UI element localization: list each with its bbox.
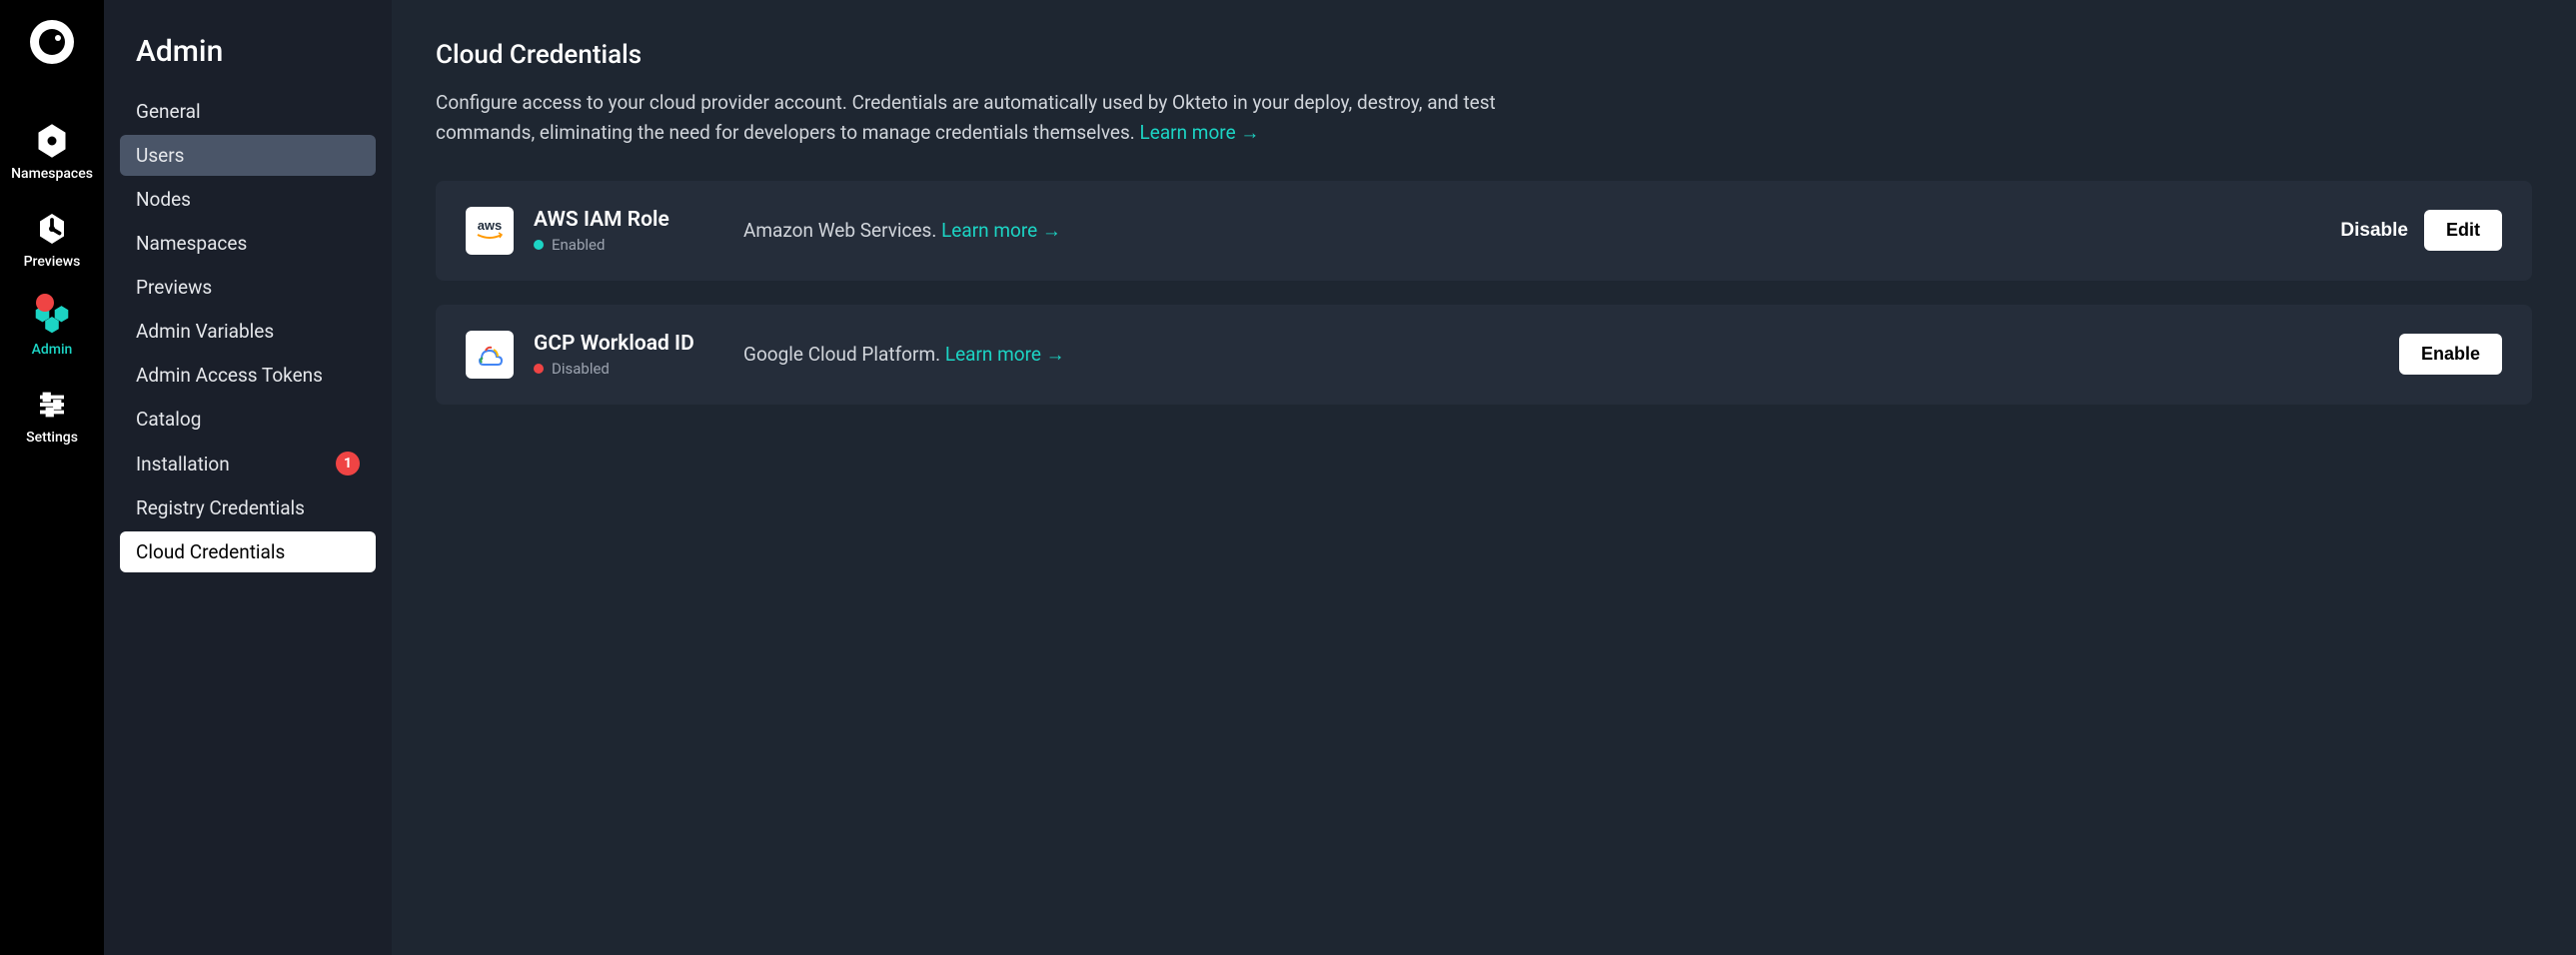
sidebar-item-label: Admin Variables <box>136 320 274 343</box>
cred-title: GCP Workload ID <box>534 332 743 356</box>
sidebar-item-label: Registry Credentials <box>136 496 305 519</box>
aws-icon: aws <box>466 207 514 255</box>
okteto-logo[interactable] <box>30 20 74 64</box>
status-text: Disabled <box>552 360 610 378</box>
cred-status: Enabled <box>534 236 743 254</box>
sidebar-item-label: Installation <box>136 453 230 476</box>
disable-button[interactable]: Disable <box>2340 220 2408 242</box>
sidebar-menu: General Users Nodes Namespaces Previews … <box>120 91 376 572</box>
svg-text:aws: aws <box>478 218 503 233</box>
description-text: Configure access to your cloud provider … <box>436 91 1496 144</box>
sidebar-item-users[interactable]: Users <box>120 135 376 176</box>
sidebar-item-label: Nodes <box>136 188 191 211</box>
status-dot-enabled <box>534 240 544 250</box>
sidebar-item-label: Namespaces <box>136 232 247 255</box>
sidebar-item-general[interactable]: General <box>120 91 376 132</box>
nav-namespaces[interactable]: Namespaces <box>11 122 93 182</box>
learn-more-link[interactable]: Learn more → <box>1140 121 1260 144</box>
description-text: Amazon Web Services. <box>743 219 941 242</box>
credential-card-gcp: GCP Workload ID Disabled Google Cloud Pl… <box>436 305 2532 405</box>
gcp-icon <box>466 331 514 379</box>
cred-actions: Disable Edit <box>2340 210 2502 251</box>
sidebar-item-registry-credentials[interactable]: Registry Credentials <box>120 487 376 528</box>
settings-icon <box>33 386 71 424</box>
secondary-sidebar: Admin General Users Nodes Namespaces Pre… <box>104 0 392 955</box>
nav-label: Previews <box>24 254 81 270</box>
sidebar-item-previews[interactable]: Previews <box>120 267 376 308</box>
cred-info: GCP Workload ID Disabled <box>534 332 743 378</box>
icon-sidebar: Namespaces Previews Admin <box>0 0 104 955</box>
page-description: Configure access to your cloud provider … <box>436 88 1535 149</box>
sidebar-item-admin-variables[interactable]: Admin Variables <box>120 311 376 352</box>
sidebar-item-label: Users <box>136 144 184 167</box>
learn-more-link[interactable]: Learn more → <box>941 219 1061 242</box>
cred-title: AWS IAM Role <box>534 208 743 232</box>
sidebar-item-nodes[interactable]: Nodes <box>120 179 376 220</box>
cred-description: Amazon Web Services. Learn more → <box>743 219 2340 243</box>
learn-more-link[interactable]: Learn more → <box>945 343 1065 366</box>
sidebar-item-cloud-credentials[interactable]: Cloud Credentials <box>120 531 376 572</box>
credential-card-aws: aws AWS IAM Role Enabled Amazon Web Serv… <box>436 181 2532 281</box>
sidebar-item-label: Cloud Credentials <box>136 540 285 563</box>
edit-button[interactable]: Edit <box>2424 210 2502 251</box>
cred-status: Disabled <box>534 360 743 378</box>
sidebar-item-namespaces[interactable]: Namespaces <box>120 223 376 264</box>
status-text: Enabled <box>552 236 605 254</box>
preview-icon <box>33 210 71 248</box>
nav-admin[interactable]: Admin <box>32 298 73 358</box>
main-content: Cloud Credentials Configure access to yo… <box>392 0 2576 955</box>
namespace-icon <box>33 122 71 160</box>
sidebar-item-label: Admin Access Tokens <box>136 364 323 387</box>
cred-description: Google Cloud Platform. Learn more → <box>743 343 2399 367</box>
nav-label: Namespaces <box>11 166 93 182</box>
page-title: Cloud Credentials <box>436 40 2532 70</box>
status-dot-disabled <box>534 364 544 374</box>
enable-button[interactable]: Enable <box>2399 334 2502 375</box>
sidebar-item-label: General <box>136 100 201 123</box>
nav-settings[interactable]: Settings <box>26 386 78 446</box>
sidebar-item-admin-tokens[interactable]: Admin Access Tokens <box>120 355 376 396</box>
sidebar-item-installation[interactable]: Installation 1 <box>120 443 376 484</box>
nav-label: Admin <box>32 342 73 358</box>
sidebar-title: Admin <box>136 34 376 69</box>
sidebar-item-label: Catalog <box>136 408 201 431</box>
nav-previews[interactable]: Previews <box>24 210 81 270</box>
cred-actions: Enable <box>2399 334 2502 375</box>
sidebar-item-label: Previews <box>136 276 212 299</box>
description-text: Google Cloud Platform. <box>743 343 945 366</box>
sidebar-badge: 1 <box>336 452 360 476</box>
sidebar-item-catalog[interactable]: Catalog <box>120 399 376 440</box>
cred-info: AWS IAM Role Enabled <box>534 208 743 254</box>
nav-label: Settings <box>26 430 78 446</box>
